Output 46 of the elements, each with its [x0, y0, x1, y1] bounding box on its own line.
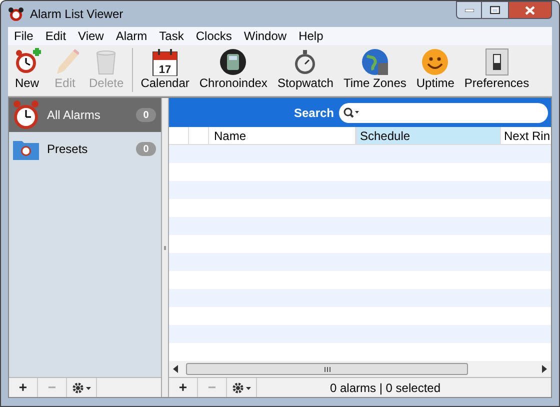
count-badge: 0: [136, 108, 156, 122]
scrollbar-thumb[interactable]: [186, 363, 468, 375]
close-icon: [525, 6, 535, 14]
maximize-icon: [490, 6, 500, 14]
menu-item[interactable]: File: [8, 27, 40, 45]
menu-item[interactable]: Clocks: [190, 27, 238, 45]
gear-menu-icon[interactable]: [232, 382, 252, 394]
toolbar-button[interactable]: Preferences: [459, 48, 534, 90]
count-badge: 0: [136, 142, 156, 156]
toolbar-button[interactable]: Chronoindex: [194, 48, 272, 90]
smiley-icon: [421, 48, 450, 76]
column-header[interactable]: Schedule: [356, 127, 501, 144]
alarm-clock-icon: [12, 100, 40, 130]
switch-icon: [482, 48, 511, 76]
bar-button[interactable]: +: [169, 378, 198, 397]
search-icon: [343, 107, 360, 118]
close-button[interactable]: [508, 1, 552, 19]
toolbar-button[interactable]: Time Zones: [338, 48, 412, 90]
sidebar-item[interactable]: All Alarms 0: [9, 98, 161, 132]
globe-icon: [360, 48, 389, 76]
column-header[interactable]: Next Rin: [501, 127, 551, 144]
toolbar-button[interactable]: Stopwatch: [272, 48, 338, 90]
search-label: Search: [294, 104, 334, 122]
status-text: 0 alarms | 0 selected: [330, 380, 441, 396]
menu-item[interactable]: Window: [238, 27, 293, 45]
horizontal-scrollbar[interactable]: [169, 361, 551, 377]
bar-button[interactable]: +: [9, 378, 38, 397]
alarm-clock-plus-icon: [13, 48, 41, 76]
menu-item[interactable]: Help: [292, 27, 330, 45]
minimize-icon: [464, 8, 474, 12]
toolbar-button[interactable]: Uptime: [411, 48, 460, 90]
menu-item[interactable]: Task: [153, 27, 190, 45]
gear-menu-icon[interactable]: [72, 382, 92, 394]
calendar-date: 17: [158, 64, 172, 76]
toolbar-button[interactable]: 17 Calendar: [136, 48, 194, 90]
alarm-clock-icon: [8, 7, 24, 21]
sidebar-item[interactable]: Presets 0: [9, 132, 161, 166]
minimize-button[interactable]: [456, 1, 482, 19]
menu-item[interactable]: Alarm: [110, 27, 154, 45]
toolbar-button[interactable]: New: [8, 48, 46, 90]
menu-item[interactable]: View: [72, 27, 110, 45]
search-field[interactable]: [339, 102, 548, 122]
menu-item[interactable]: Edit: [39, 27, 72, 45]
maximize-button[interactable]: [482, 1, 508, 19]
window-title: Alarm List Viewer: [30, 6, 124, 23]
calculator-icon: [219, 48, 248, 76]
